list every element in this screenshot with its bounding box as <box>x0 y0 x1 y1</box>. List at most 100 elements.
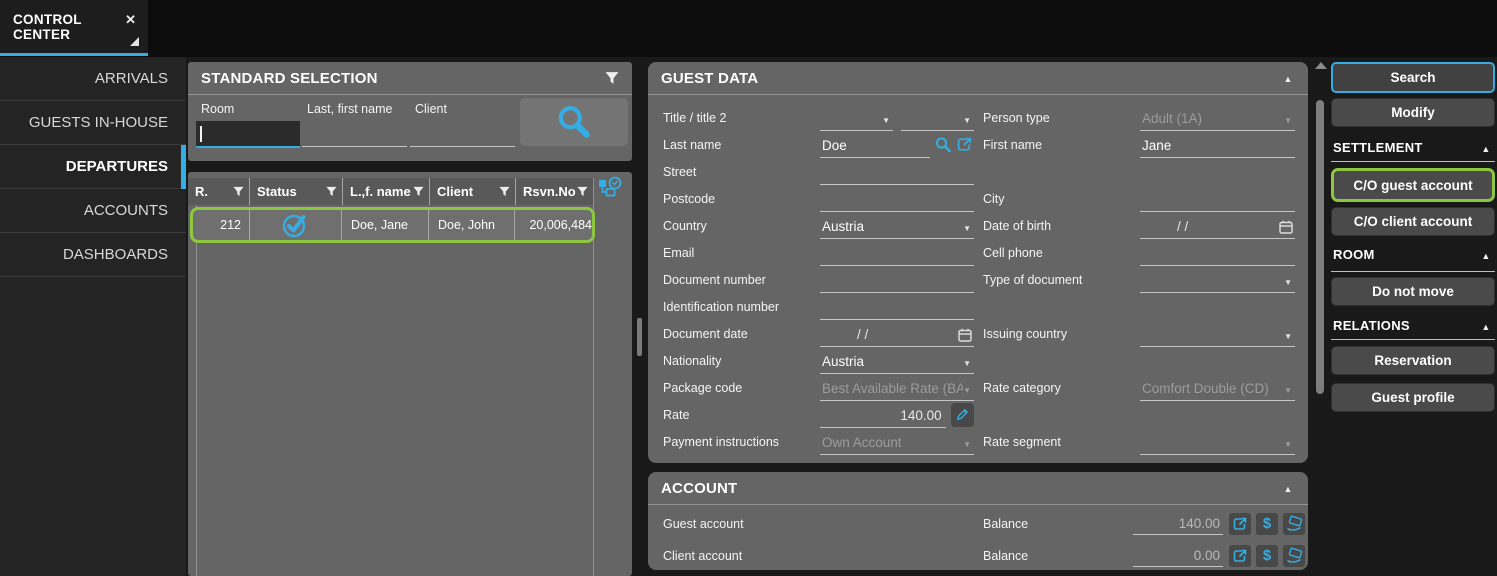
close-icon[interactable]: ✕ <box>125 12 136 28</box>
form-row: Rate 140.00 <box>648 401 1308 428</box>
co-guest-account-button[interactable]: C/O guest account <box>1331 168 1495 202</box>
column-header-room[interactable]: R. <box>188 178 250 205</box>
relations-section-header[interactable]: RELATIONS <box>1333 318 1493 333</box>
date-of-birth-input[interactable]: / / <box>1140 216 1295 239</box>
open-guest-account-button[interactable] <box>1229 513 1251 535</box>
reservation-button[interactable]: Reservation <box>1331 346 1495 375</box>
tab-control-center[interactable]: CONTROL CENTER ✕ <box>0 0 148 56</box>
collapse-icon[interactable] <box>1479 247 1493 262</box>
name-field: Last, first name <box>302 95 407 155</box>
collapse-icon[interactable] <box>1479 318 1493 333</box>
room-input[interactable] <box>196 121 300 148</box>
modify-button[interactable]: Modify <box>1331 98 1495 127</box>
scrollbar-up-arrow[interactable] <box>1315 62 1327 69</box>
nav-item-dashboards[interactable]: DASHBOARDS <box>0 233 186 277</box>
cell-client: Doe, John <box>429 210 515 240</box>
control-center-app: CONTROL CENTER ✕ ARRIVALS GUESTS IN-HOUS… <box>0 0 1497 576</box>
rate-category-select[interactable]: Comfort Double (CD) <box>1140 378 1295 401</box>
card-swipe-button[interactable] <box>1283 545 1305 567</box>
person-type-label: Person type <box>983 111 1140 125</box>
calendar-icon[interactable] <box>1279 220 1293 234</box>
open-profile-external-icon[interactable] <box>956 136 973 153</box>
city-input[interactable] <box>1140 189 1295 212</box>
column-header-rsvn-no[interactable]: Rsvn.No <box>516 178 593 205</box>
issuing-country-select[interactable] <box>1140 324 1295 347</box>
person-type-select[interactable]: Adult (1A) <box>1140 108 1295 131</box>
filter-icon[interactable] <box>605 71 619 85</box>
rate-segment-select[interactable] <box>1140 432 1295 455</box>
cash-payment-button[interactable] <box>1256 545 1278 567</box>
nationality-select[interactable]: Austria <box>820 351 974 374</box>
package-code-select[interactable]: Best Available Rate (BAI <box>820 378 974 401</box>
panel-title: GUEST DATA <box>661 70 758 87</box>
column-header-status[interactable]: Status <box>250 178 343 205</box>
last-name-input[interactable]: Doe <box>820 135 930 158</box>
email-input[interactable] <box>820 243 974 266</box>
form-row: Package code Best Available Rate (BAI Ra… <box>648 374 1308 401</box>
chevron-down-icon <box>1284 435 1295 450</box>
filter-icon[interactable] <box>413 186 424 197</box>
identification-number-input[interactable] <box>820 297 974 320</box>
title-select[interactable] <box>820 108 893 131</box>
collapse-icon[interactable] <box>1281 69 1295 87</box>
guest-account-balance: 140.00 <box>1133 512 1223 535</box>
filter-icon[interactable] <box>499 186 510 197</box>
edit-rate-button[interactable] <box>951 403 974 427</box>
nav-item-arrivals[interactable]: ARRIVALS <box>0 57 186 101</box>
filter-icon[interactable] <box>326 186 337 197</box>
payment-instructions-select[interactable]: Own Account <box>820 432 974 455</box>
middle-scrollbar-thumb[interactable] <box>637 318 642 356</box>
title2-select[interactable] <box>901 108 974 131</box>
card-swipe-icon <box>1285 547 1303 565</box>
street-input[interactable] <box>820 162 974 185</box>
client-input[interactable] <box>410 121 515 147</box>
column-header-client[interactable]: Client <box>430 178 516 205</box>
cash-payment-button[interactable] <box>1256 513 1278 535</box>
nav-item-departures[interactable]: DEPARTURES <box>0 145 186 189</box>
document-date-input[interactable]: / / <box>820 324 974 347</box>
co-client-account-button[interactable]: C/O client account <box>1331 207 1495 236</box>
left-navigation: ARRIVALS GUESTS IN-HOUSE DEPARTURES ACCO… <box>0 57 186 576</box>
rate-input[interactable]: 140.00 <box>820 405 946 428</box>
room-section-header[interactable]: ROOM <box>1333 247 1493 262</box>
filter-icon[interactable] <box>233 186 244 197</box>
country-label: Country <box>663 219 820 233</box>
document-number-input[interactable] <box>820 270 974 293</box>
postcode-label: Postcode <box>663 192 820 206</box>
form-row: Payment instructions Own Account Rate se… <box>648 428 1308 455</box>
form-row: Title / title 2 Person type Adult (1A) <box>648 104 1308 131</box>
country-select[interactable]: Austria <box>820 216 974 239</box>
profile-search-icon[interactable] <box>934 136 952 154</box>
external-link-icon <box>1232 516 1248 532</box>
chevron-down-icon <box>963 111 974 126</box>
first-name-input[interactable]: Jane <box>1140 135 1295 158</box>
do-not-move-button[interactable]: Do not move <box>1331 277 1495 306</box>
nav-item-accounts[interactable]: ACCOUNTS <box>0 189 186 233</box>
form-row: Email Cell phone <box>648 239 1308 266</box>
table-row-selected[interactable]: 212 Doe, Jane Doe, John 20,006,484 <box>190 207 595 243</box>
cell-phone-input[interactable] <box>1140 243 1295 266</box>
name-input[interactable] <box>302 121 407 147</box>
postcode-input[interactable] <box>820 189 974 212</box>
right-scrollbar-thumb[interactable] <box>1316 100 1324 394</box>
guest-profile-button[interactable]: Guest profile <box>1331 383 1495 412</box>
settlement-section-header[interactable]: SETTLEMENT <box>1333 140 1493 155</box>
panel-title: STANDARD SELECTION <box>201 70 378 87</box>
card-swipe-button[interactable] <box>1283 513 1305 535</box>
collapse-icon[interactable] <box>1479 140 1493 155</box>
street-label: Street <box>663 165 820 179</box>
identification-number-label: Identification number <box>663 300 820 314</box>
filter-icon[interactable] <box>577 186 588 197</box>
type-of-document-select[interactable] <box>1140 270 1295 293</box>
collapse-icon[interactable] <box>1281 479 1295 497</box>
traces-clock-icon[interactable] <box>598 176 624 201</box>
room-field: Room <box>196 95 300 155</box>
calendar-icon[interactable] <box>958 328 972 342</box>
package-code-label: Package code <box>663 381 820 395</box>
search-action-button[interactable]: Search <box>1331 62 1495 93</box>
nav-item-guests-in-house[interactable]: GUESTS IN-HOUSE <box>0 101 186 145</box>
column-header-lf-name[interactable]: L.,f. name <box>343 178 430 205</box>
open-client-account-button[interactable] <box>1229 545 1251 567</box>
table-header: R. Status L.,f. name Client Rsvn.No <box>188 178 593 205</box>
search-button[interactable] <box>520 98 628 146</box>
